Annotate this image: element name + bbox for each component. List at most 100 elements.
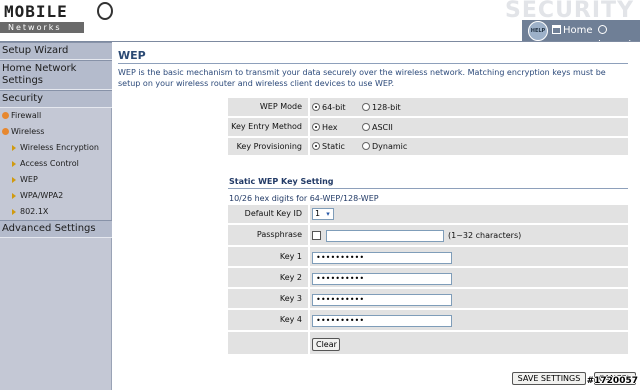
hex-digits-note: 10/26 hex digits for 64-WEP/128-WEP bbox=[229, 194, 379, 203]
main-content: WEP WEP is the basic mechanism to transm… bbox=[112, 42, 640, 390]
empty-label bbox=[228, 332, 306, 354]
radio-checked-icon[interactable] bbox=[312, 103, 320, 111]
arrow-right-icon bbox=[12, 177, 16, 183]
logout-icon bbox=[598, 25, 607, 34]
wep-mode-label: WEP Mode bbox=[259, 102, 302, 111]
key-provisioning-row: Key Provisioning Static Dynamic bbox=[228, 138, 628, 157]
home-label: Home bbox=[563, 25, 593, 36]
clear-button[interactable]: Clear bbox=[312, 338, 340, 351]
sidebar-item-advanced-settings[interactable]: Advanced Settings bbox=[0, 220, 112, 238]
clear-row: Clear bbox=[228, 332, 628, 356]
sidebar-item-access-control[interactable]: Access Control bbox=[0, 156, 112, 172]
key-entry-ascii-option[interactable]: ASCII bbox=[362, 123, 393, 132]
passphrase-label: Passphrase bbox=[256, 230, 302, 239]
radio-unchecked-icon[interactable] bbox=[362, 103, 370, 111]
key-label: Key 2 bbox=[279, 273, 302, 282]
sidebar-menu: Setup Wizard Home Network Settings Secur… bbox=[0, 42, 112, 238]
sidebar-item-label: Firewall bbox=[11, 111, 42, 120]
static-wep-divider bbox=[228, 188, 628, 189]
arrow-right-icon bbox=[12, 209, 16, 215]
default-key-id-row: Default Key ID 1 ▾ bbox=[228, 205, 628, 225]
key-1-input[interactable]: •••••••••• bbox=[312, 252, 452, 264]
key-label: Key 4 bbox=[279, 315, 302, 324]
arrow-right-icon bbox=[12, 193, 16, 199]
default-key-id-label: Default Key ID bbox=[244, 209, 302, 218]
row-separator bbox=[308, 268, 310, 287]
key-entry-method-row: Key Entry Method Hex ASCII bbox=[228, 118, 628, 138]
sidebar-item-wireless[interactable]: Wireless bbox=[0, 124, 112, 140]
option-label: 64-bit bbox=[322, 103, 346, 112]
chevron-down-icon: ▾ bbox=[326, 210, 330, 218]
sidebar-item-label: Wireless bbox=[11, 127, 45, 136]
option-label: 128-bit bbox=[372, 103, 401, 112]
sidebar: Setup Wizard Home Network Settings Secur… bbox=[0, 42, 112, 390]
key-provisioning-dynamic-option[interactable]: Dynamic bbox=[362, 142, 407, 151]
passphrase-length-note: (1~32 characters) bbox=[448, 231, 522, 240]
sidebar-item-label: WEP bbox=[20, 175, 38, 184]
sidebar-item-802-1x[interactable]: 802.1X bbox=[0, 204, 112, 220]
row-separator bbox=[308, 118, 310, 136]
key-provisioning-label: Key Provisioning bbox=[236, 142, 302, 151]
home-link[interactable]: Home bbox=[552, 24, 593, 38]
header: MOBILE Networks SECURITY HELP Home Logou… bbox=[0, 0, 640, 50]
sidebar-item-security[interactable]: Security bbox=[0, 90, 112, 108]
radio-checked-icon[interactable] bbox=[312, 123, 320, 131]
sidebar-item-wpa-wpa2[interactable]: WPA/WPA2 bbox=[0, 188, 112, 204]
row-separator bbox=[308, 205, 310, 223]
key-1-row: Key 1 •••••••••• bbox=[228, 247, 628, 268]
logo-brand: MOBILE bbox=[4, 2, 68, 21]
option-label: ASCII bbox=[372, 123, 393, 132]
key-2-row: Key 2 •••••••••• bbox=[228, 268, 628, 289]
bullet-icon bbox=[2, 128, 9, 135]
key-label: Key 1 bbox=[279, 252, 302, 261]
wep-mode-128-option[interactable]: 128-bit bbox=[362, 103, 401, 112]
watermark: #1720057 bbox=[586, 376, 638, 386]
sidebar-item-home-network-settings[interactable]: Home Network Settings bbox=[0, 60, 112, 90]
page-title: WEP bbox=[118, 49, 146, 62]
help-icon[interactable]: HELP bbox=[528, 21, 548, 41]
key-provisioning-static-option[interactable]: Static bbox=[312, 142, 345, 151]
sidebar-item-label: 802.1X bbox=[20, 207, 49, 216]
save-settings-button[interactable]: SAVE SETTINGS bbox=[512, 372, 586, 385]
sidebar-item-wep[interactable]: WEP bbox=[0, 172, 112, 188]
row-separator bbox=[308, 225, 310, 245]
row-separator bbox=[308, 289, 310, 308]
row-separator bbox=[308, 98, 310, 116]
sidebar-item-setup-wizard[interactable]: Setup Wizard bbox=[0, 42, 112, 60]
home-icon bbox=[552, 25, 561, 34]
sidebar-item-firewall[interactable]: Firewall bbox=[0, 108, 112, 124]
sidebar-item-wireless-encryption[interactable]: Wireless Encryption bbox=[0, 140, 112, 156]
key-4-input[interactable]: •••••••••• bbox=[312, 315, 452, 327]
key-2-input[interactable]: •••••••••• bbox=[312, 273, 452, 285]
globe-icon bbox=[97, 2, 113, 20]
key-4-row: Key 4 •••••••••• bbox=[228, 310, 628, 332]
option-label: Static bbox=[322, 142, 345, 151]
select-value: 1 bbox=[315, 209, 321, 218]
sidebar-item-label: Wireless Encryption bbox=[20, 143, 99, 152]
passphrase-input[interactable] bbox=[326, 230, 444, 242]
wep-mode-row: WEP Mode 64-bit 128-bit bbox=[228, 98, 628, 118]
arrow-right-icon bbox=[12, 145, 16, 151]
sidebar-item-label: WPA/WPA2 bbox=[20, 191, 64, 200]
row-separator bbox=[308, 332, 310, 354]
arrow-right-icon bbox=[12, 161, 16, 167]
sidebar-item-label: Access Control bbox=[20, 159, 79, 168]
wep-mode-64-option[interactable]: 64-bit bbox=[312, 103, 346, 112]
bullet-icon bbox=[2, 112, 9, 119]
radio-unchecked-icon[interactable] bbox=[362, 142, 370, 150]
default-key-id-select[interactable]: 1 ▾ bbox=[312, 208, 334, 220]
row-separator bbox=[308, 138, 310, 155]
passphrase-row: Passphrase (1~32 characters) bbox=[228, 225, 628, 247]
radio-unchecked-icon[interactable] bbox=[362, 123, 370, 131]
key-3-row: Key 3 •••••••••• bbox=[228, 289, 628, 310]
option-label: Hex bbox=[322, 123, 338, 132]
static-wep-title: Static WEP Key Setting bbox=[229, 177, 334, 186]
row-separator bbox=[308, 310, 310, 330]
row-separator bbox=[308, 247, 310, 266]
key-3-input[interactable]: •••••••••• bbox=[312, 294, 452, 306]
passphrase-checkbox[interactable] bbox=[312, 231, 321, 240]
key-entry-hex-option[interactable]: Hex bbox=[312, 123, 338, 132]
logo: MOBILE Networks bbox=[0, 0, 113, 34]
radio-checked-icon[interactable] bbox=[312, 142, 320, 150]
key-label: Key 3 bbox=[279, 294, 302, 303]
